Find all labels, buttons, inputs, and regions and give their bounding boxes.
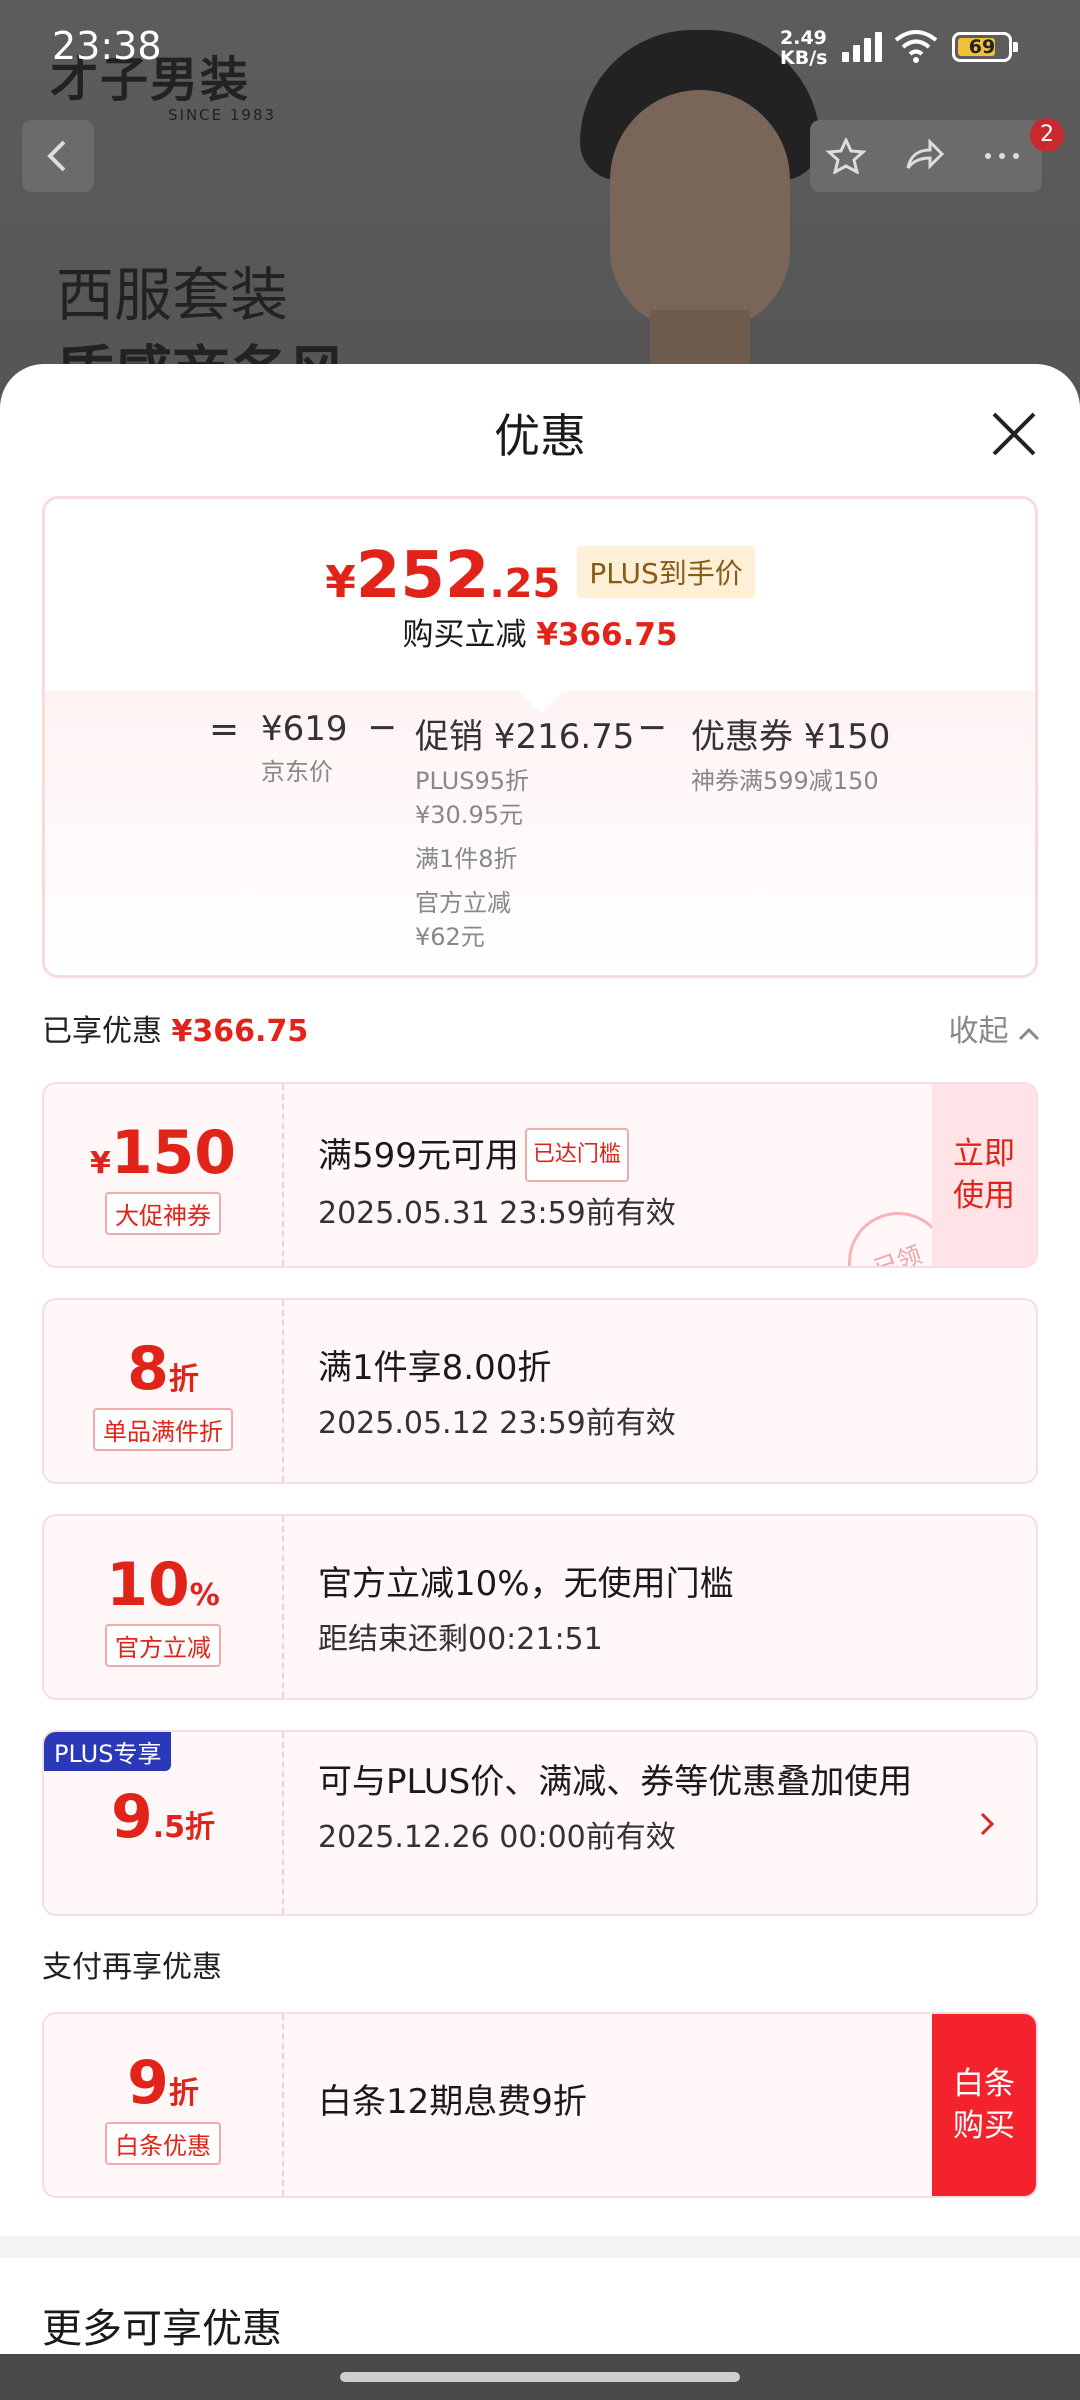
collapse-toggle[interactable]: 收起 bbox=[948, 1006, 1040, 1050]
coupon-amount: 150 bbox=[110, 1118, 237, 1188]
home-indicator[interactable] bbox=[340, 2372, 740, 2382]
baitiao-value: 9折 白条优惠 bbox=[44, 2014, 284, 2196]
price-summary: ¥252.25 PLUS到手价 购买立减 ¥366.75 = ¥619 京东价 … bbox=[42, 496, 1038, 978]
section-divider bbox=[0, 2236, 1080, 2258]
minus-sign: − bbox=[367, 707, 398, 748]
item-discount-info: 满1件享8.00折 2025.05.12 23:59前有效 bbox=[318, 1344, 916, 1442]
banner-title: 西服套装 bbox=[56, 261, 289, 329]
coupon-value: ¥150 大促神券 bbox=[44, 1084, 284, 1266]
promo-total: 促销 ¥216.75 bbox=[415, 717, 635, 757]
plus-discount-unit: 折 bbox=[185, 1810, 216, 1845]
product-header-background: 才子男装 SINCE 1983 西服套装 质感商务风 2 23:38 2.49 … bbox=[0, 0, 1080, 400]
star-icon[interactable] bbox=[824, 138, 868, 174]
coupon-card: ¥150 大促神券 满599元可用 已达门槛 2025.05.31 23:59前有… bbox=[42, 1082, 1038, 1268]
plus-discount-condition: 可与PLUS价、满减、券等优惠叠加使用 bbox=[318, 1762, 913, 1802]
promo-detail-3: 满1件8折 bbox=[415, 845, 518, 873]
reduction-label: 购买立减 bbox=[402, 617, 527, 653]
official-discount-condition: 官方立减10%，无使用门槛 bbox=[318, 1564, 734, 1604]
more-icon[interactable] bbox=[980, 138, 1024, 174]
coupon-detail: 神券满599减150 bbox=[691, 767, 879, 795]
official-discount-unit: % bbox=[189, 1578, 220, 1613]
baitiao-buy-button[interactable]: 白条 购买 bbox=[932, 2014, 1036, 2196]
pay-section-title: 支付再享优惠 bbox=[42, 1950, 222, 1985]
coupon-currency: ¥ bbox=[89, 1146, 111, 1181]
coupon-total: 优惠券 ¥150 bbox=[691, 717, 891, 757]
reduction-amount: ¥366.75 bbox=[536, 617, 678, 653]
discount-sheet: 优惠 ¥252.25 PLUS到手价 购买立减 ¥366.75 = ¥619 京… bbox=[0, 364, 1080, 2354]
plus-discount-decimal: .5 bbox=[152, 1810, 186, 1845]
official-discount-number: 10 bbox=[106, 1550, 190, 1620]
battery-icon: 69 bbox=[952, 32, 1018, 62]
notification-badge: 2 bbox=[1030, 118, 1064, 152]
promo-block: 促销 ¥216.75 PLUS95折 ¥30.95元 满1件8折 官方立减 ¥6… bbox=[415, 709, 634, 954]
item-discount-condition: 满1件享8.00折 bbox=[318, 1348, 552, 1388]
official-discount-info: 官方立减10%，无使用门槛 距结束还剩00:21:51 bbox=[318, 1560, 916, 1658]
promo-detail-5: ¥62元 bbox=[415, 923, 485, 951]
plus-discount-info: 可与PLUS价、满减、券等优惠叠加使用 2025.12.26 00:00前有效 bbox=[318, 1758, 916, 1856]
coupon-condition: 满599元可用 bbox=[318, 1136, 519, 1176]
threshold-badge: 已达门槛 bbox=[524, 1128, 629, 1182]
baitiao-info: 白条12期息费9折 bbox=[318, 2078, 916, 2126]
enjoyed-amount: ¥366.75 bbox=[171, 1014, 309, 1049]
plus-price-tag: PLUS到手价 bbox=[577, 546, 755, 598]
brand-since: SINCE 1983 bbox=[168, 106, 277, 124]
chevron-right-icon bbox=[980, 1812, 995, 1836]
plus-discount-card[interactable]: 9.5折 PLUS专享 可与PLUS价、满减、券等优惠叠加使用 2025.12.… bbox=[42, 1730, 1038, 1916]
item-discount-number: 8 bbox=[127, 1334, 169, 1404]
minus-sign: − bbox=[637, 707, 668, 748]
final-price-int: 252 bbox=[355, 539, 490, 613]
plus-discount-expiry: 2025.12.26 00:00前有效 bbox=[318, 1820, 676, 1855]
use-now-button[interactable]: 立即 使用 bbox=[932, 1084, 1036, 1266]
wifi-icon bbox=[894, 30, 938, 63]
coupon-expiry: 2025.05.31 23:59前有效 bbox=[318, 1196, 676, 1231]
enjoyed-discount: 已享优惠 ¥366.75 bbox=[42, 1006, 308, 1050]
promo-detail-4: 官方立减 bbox=[415, 889, 511, 917]
coupon-info: 满599元可用 已达门槛 2025.05.31 23:59前有效 bbox=[318, 1128, 916, 1232]
jd-price: ¥619 bbox=[261, 709, 348, 749]
sheet-title: 优惠 bbox=[494, 409, 586, 463]
official-discount-tag: 官方立减 bbox=[105, 1624, 221, 1667]
promo-detail-2: ¥30.95元 bbox=[415, 801, 523, 829]
battery-level: 69 bbox=[968, 36, 996, 58]
coupon-block: 优惠券 ¥150 神券满599减150 bbox=[691, 709, 890, 798]
equals-sign: = bbox=[209, 709, 240, 750]
item-discount-expiry: 2025.05.12 23:59前有效 bbox=[318, 1406, 676, 1441]
share-icon[interactable] bbox=[902, 138, 946, 174]
official-discount-card: 10% 官方立减 官方立减10%，无使用门槛 距结束还剩00:21:51 bbox=[42, 1514, 1038, 1700]
official-discount-countdown: 距结束还剩00:21:51 bbox=[318, 1622, 603, 1657]
plus-discount-number: 9 bbox=[110, 1782, 153, 1852]
coupon-tag: 大促神券 bbox=[105, 1192, 221, 1235]
baitiao-card: 9折 白条优惠 白条12期息费9折 白条 购买 bbox=[42, 2012, 1038, 2198]
close-icon[interactable] bbox=[986, 406, 1042, 462]
chevron-left-icon bbox=[47, 140, 66, 172]
item-discount-tag: 单品满件折 bbox=[93, 1408, 233, 1451]
baitiao-discount-number: 9 bbox=[127, 2048, 169, 2118]
collapse-label: 收起 bbox=[948, 1014, 1009, 1049]
purchase-reduction: 购买立减 ¥366.75 bbox=[45, 609, 1035, 654]
baitiao-tag: 白条优惠 bbox=[105, 2122, 221, 2165]
plus-exclusive-label: PLUS专享 bbox=[44, 1732, 172, 1771]
network-speed: 2.49 KB/s bbox=[780, 27, 828, 69]
jd-price-label: 京东价 bbox=[261, 758, 333, 786]
signal-icon bbox=[842, 32, 884, 62]
final-price-dec: .25 bbox=[489, 561, 561, 607]
item-discount-value: 8折 单品满件折 bbox=[44, 1300, 284, 1482]
chevron-up-icon bbox=[1018, 1027, 1040, 1041]
item-discount-unit: 折 bbox=[168, 1362, 199, 1397]
baitiao-condition: 白条12期息费9折 bbox=[318, 2082, 587, 2122]
enjoyed-label: 已享优惠 bbox=[42, 1014, 162, 1049]
baitiao-discount-unit: 折 bbox=[168, 2076, 199, 2111]
item-discount-card: 8折 单品满件折 满1件享8.00折 2025.05.12 23:59前有效 bbox=[42, 1298, 1038, 1484]
final-price-currency: ¥ bbox=[325, 557, 356, 608]
status-time: 23:38 bbox=[52, 24, 162, 68]
jd-price-block: ¥619 京东价 bbox=[261, 709, 348, 789]
more-offers-title: 更多可享优惠 bbox=[42, 2306, 282, 2352]
official-discount-value: 10% 官方立减 bbox=[44, 1516, 284, 1698]
header-actions bbox=[810, 120, 1042, 192]
promo-detail-1: PLUS95折 bbox=[415, 767, 529, 795]
final-price: ¥252.25 PLUS到手价 bbox=[45, 539, 1035, 613]
status-bar: 23:38 2.49 KB/s 69 bbox=[0, 0, 1080, 90]
back-button[interactable] bbox=[22, 120, 94, 192]
